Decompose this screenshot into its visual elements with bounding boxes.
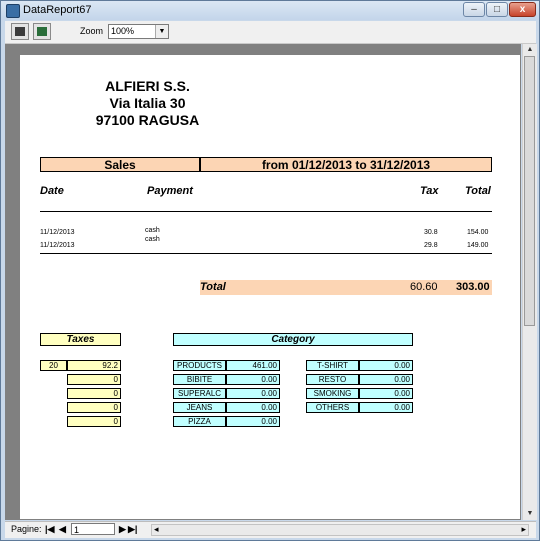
total-band <box>200 280 492 295</box>
category-value-superalc: 0.00 <box>226 388 280 399</box>
row-1-payment: cash <box>145 227 160 234</box>
category-value-others: 0.00 <box>359 402 413 413</box>
next-page-button[interactable]: ▶ <box>119 524 126 535</box>
chevron-down-icon[interactable]: ▼ <box>155 25 168 38</box>
maximize-button[interactable]: □ <box>486 2 508 17</box>
category-name-smoking: SMOKING <box>306 388 359 399</box>
category-name-superalc: SUPERALC <box>173 388 226 399</box>
tax-value-3: 0 <box>67 388 121 399</box>
last-page-button[interactable]: ▶| <box>128 524 137 535</box>
category-value-jeans: 0.00 <box>226 402 280 413</box>
tax-value-5: 0 <box>67 416 121 427</box>
category-value-products: 461.00 <box>226 360 280 371</box>
taxes-heading: Taxes <box>40 333 121 346</box>
scroll-up-icon[interactable]: ▲ <box>524 44 536 55</box>
category-name-pizza: PIZZA <box>173 416 226 427</box>
row-2-total: 149.00 <box>467 242 489 249</box>
company-address: Via Italia 30 <box>109 95 186 111</box>
window-title: DataReport67 <box>23 4 92 16</box>
category-value-resto: 0.00 <box>359 374 413 385</box>
app-icon <box>6 4 20 18</box>
page-number-input[interactable]: 1 <box>71 523 115 535</box>
zoom-select[interactable]: 100% ▼ <box>108 24 169 39</box>
printer-icon <box>15 27 25 36</box>
category-value-smoking: 0.00 <box>359 388 413 399</box>
category-name-products: PRODUCTS <box>173 360 226 371</box>
category-name-others: OTHERS <box>306 402 359 413</box>
row-2-tax: 29.8 <box>424 242 438 249</box>
title-bar[interactable]: DataReport67 – □ x <box>1 1 539 20</box>
category-name-resto: RESTO <box>306 374 359 385</box>
category-value-bibite: 0.00 <box>226 374 280 385</box>
scroll-down-icon[interactable]: ▼ <box>524 508 536 519</box>
pagine-label: Pagine: <box>11 524 42 534</box>
vertical-scrollbar[interactable]: ▲ ▼ <box>522 44 537 520</box>
zoom-value: 100% <box>111 26 135 36</box>
prev-page-button[interactable]: ◀ <box>59 524 66 535</box>
header-divider <box>40 211 492 212</box>
zoom-label: Zoom <box>80 26 104 36</box>
row-2-date: 11/12/2013 <box>40 242 75 249</box>
row-1-total: 154.00 <box>467 229 489 236</box>
minimize-button[interactable]: – <box>463 2 485 17</box>
print-button[interactable] <box>11 23 29 40</box>
row-1-tax: 30.8 <box>424 229 438 236</box>
rows-divider <box>40 253 492 254</box>
scroll-left-icon[interactable]: ◂ <box>154 524 159 535</box>
sales-heading: Sales <box>40 157 200 172</box>
scroll-right-icon[interactable]: ▸ <box>521 524 526 535</box>
toolbar: Zoom 100% ▼ <box>5 21 536 44</box>
category-name-jeans: JEANS <box>173 402 226 413</box>
category-name-bibite: BIBITE <box>173 374 226 385</box>
category-name-tshirt: T-SHIRT <box>306 360 359 371</box>
col-date: Date <box>40 185 64 197</box>
tax-rate-1: 20 <box>40 360 67 371</box>
export-icon <box>37 27 47 36</box>
company-name: ALFIERI S.S. <box>105 78 190 94</box>
first-page-button[interactable]: |◀ <box>45 524 54 535</box>
company-city: 97100 RAGUSA <box>95 112 200 128</box>
category-value-pizza: 0.00 <box>226 416 280 427</box>
row-1-date: 11/12/2013 <box>40 229 75 236</box>
tax-value-4: 0 <box>67 402 121 413</box>
col-payment: Payment <box>147 185 193 197</box>
total-label: Total <box>200 281 226 293</box>
col-tax: Tax <box>420 185 439 197</box>
tax-value-2: 0 <box>67 374 121 385</box>
scroll-thumb[interactable] <box>524 56 535 326</box>
status-bar: Pagine: |◀ ◀ 1 ▶ ▶| ◂ ▸ <box>5 521 536 538</box>
total-tax: 60.60 <box>410 281 438 293</box>
category-value-tshirt: 0.00 <box>359 360 413 371</box>
export-button[interactable] <box>33 23 51 40</box>
horizontal-scrollbar[interactable]: ◂ ▸ <box>151 524 529 536</box>
close-button[interactable]: x <box>509 2 536 17</box>
total-amount: 303.00 <box>456 281 490 293</box>
row-2-payment: cash <box>145 236 160 243</box>
tax-value-1: 92.2 <box>67 360 121 371</box>
category-heading: Category <box>173 333 413 346</box>
col-total: Total <box>465 185 491 197</box>
period-heading: from 01/12/2013 to 31/12/2013 <box>200 157 492 172</box>
